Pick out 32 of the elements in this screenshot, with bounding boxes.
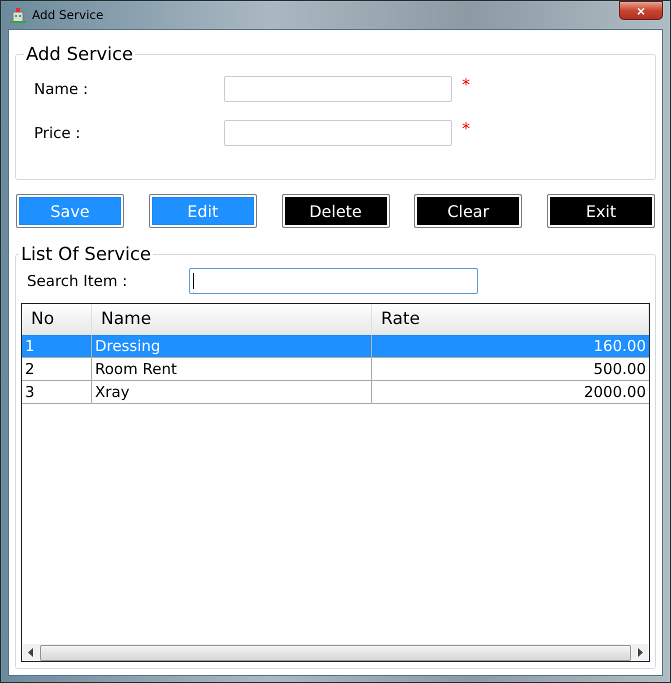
required-mark: * bbox=[462, 75, 470, 94]
group-title: Add Service bbox=[25, 44, 134, 65]
column-header[interactable]: No bbox=[22, 304, 92, 334]
table-cell-text: 500.00 bbox=[592, 359, 647, 380]
table-cell: 1 bbox=[22, 335, 92, 357]
building-icon bbox=[10, 7, 26, 23]
table-cell-text: 2000.00 bbox=[582, 382, 647, 403]
action-button[interactable]: Clear bbox=[414, 194, 522, 228]
table-row[interactable]: 2 Room Rent 500.00 bbox=[22, 358, 649, 381]
table-cell: Dressing bbox=[92, 335, 372, 357]
close-button[interactable]: × bbox=[619, 1, 663, 20]
table-cell: Xray bbox=[92, 381, 372, 403]
table-cell: Room Rent bbox=[92, 358, 372, 380]
required-mark: * bbox=[462, 119, 470, 138]
table-cell-text: 160.00 bbox=[592, 336, 647, 357]
scroll-left-icon[interactable] bbox=[27, 648, 34, 657]
table-row[interactable]: 3 Xray 2000.00 bbox=[22, 381, 649, 404]
input-field[interactable] bbox=[224, 120, 452, 146]
window-title: Add Service bbox=[32, 8, 104, 22]
table-cell: 2 bbox=[22, 358, 92, 380]
column-header[interactable]: Rate bbox=[372, 304, 649, 334]
field-label: Search Item : bbox=[26, 272, 128, 290]
field-label: Price : bbox=[33, 124, 82, 142]
scroll-right-icon[interactable] bbox=[637, 648, 644, 657]
group-title: List Of Service bbox=[20, 244, 152, 265]
column-header[interactable]: Name bbox=[92, 304, 372, 334]
field-label: Name : bbox=[33, 80, 90, 98]
search-field[interactable] bbox=[189, 268, 478, 294]
input-field[interactable] bbox=[224, 76, 452, 102]
table-cell: 3 bbox=[22, 381, 92, 403]
action-button[interactable]: Delete bbox=[282, 194, 390, 228]
action-button[interactable]: Exit bbox=[547, 194, 655, 228]
